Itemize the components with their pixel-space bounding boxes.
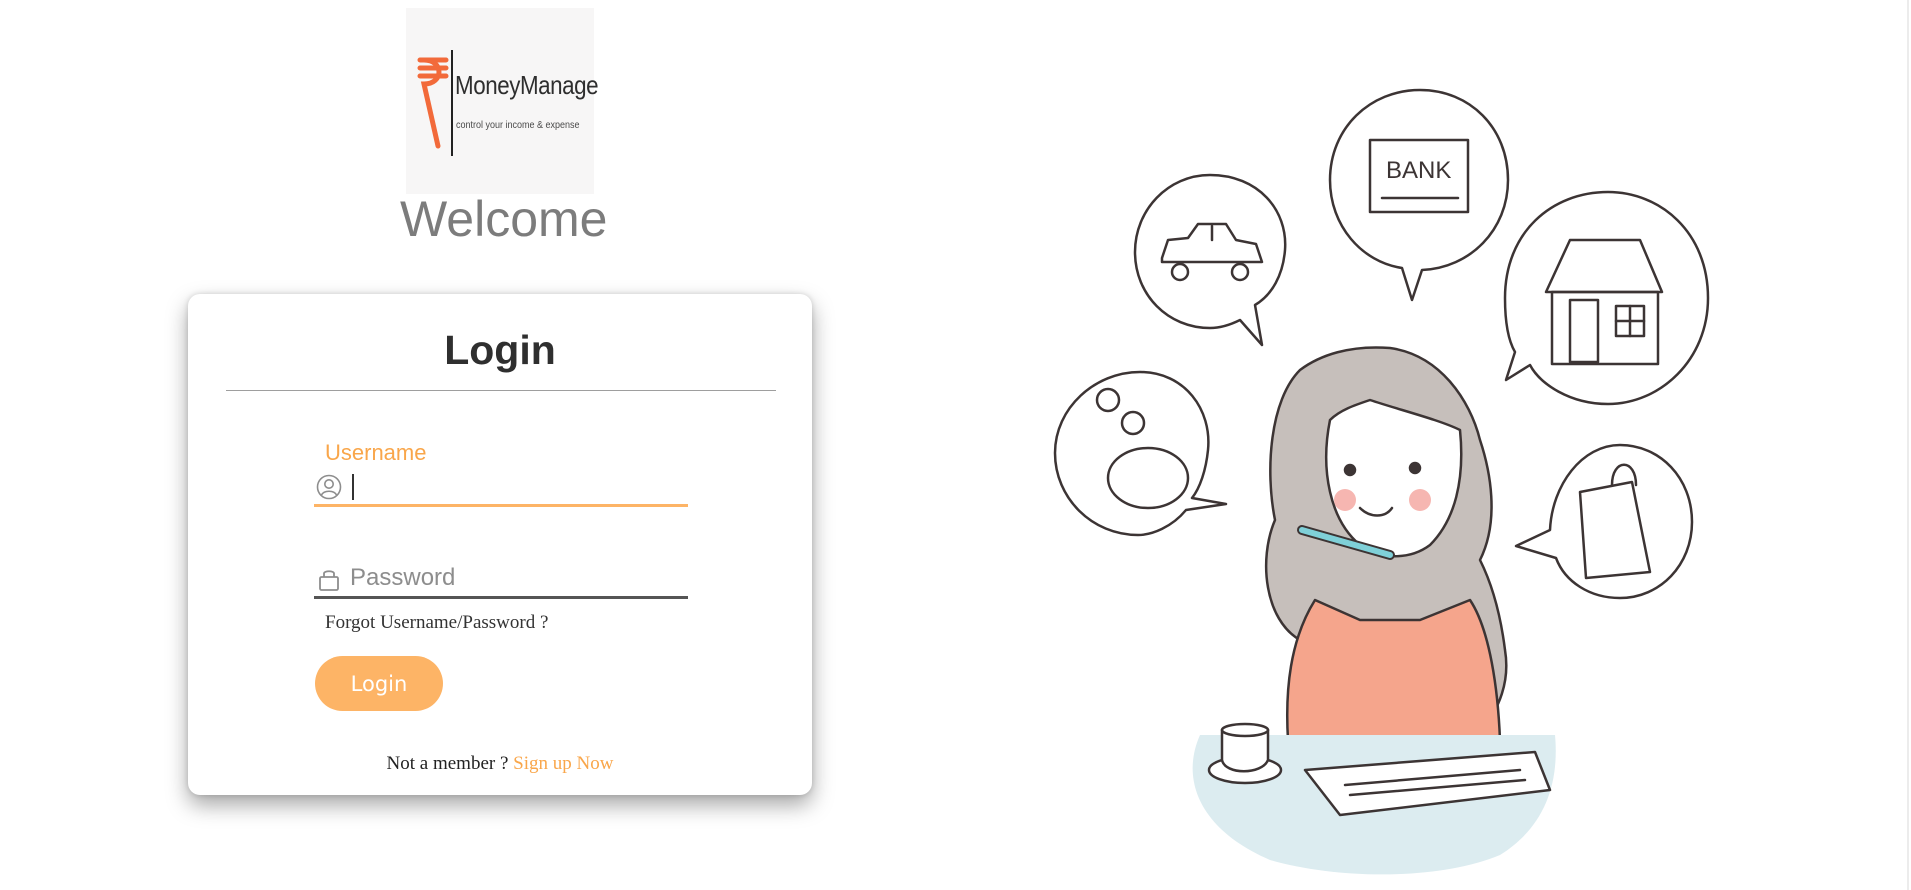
piggy-bank-icon	[1095, 387, 1190, 510]
signup-prompt-text: Not a member ?	[386, 753, 509, 774]
welcome-heading: Welcome	[400, 191, 608, 247]
signup-prompt: Not a member ? Sign up Now	[188, 753, 812, 775]
lock-icon	[319, 570, 339, 591]
user-circle-icon	[316, 474, 342, 500]
username-label: Username	[325, 440, 427, 465]
car-bubble	[1133, 173, 1287, 347]
password-input[interactable]	[350, 562, 680, 594]
username-input[interactable]	[350, 470, 680, 502]
house-icon	[1544, 238, 1664, 366]
login-title: Login	[444, 327, 556, 373]
login-card: Login Username Forgot Username/Password …	[188, 294, 812, 795]
finance-illustration: BANK	[1053, 88, 1710, 875]
bank-bubble	[1328, 88, 1510, 302]
rupee-logo-icon	[417, 50, 453, 156]
piggy-bubble	[1053, 370, 1228, 537]
username-field[interactable]	[314, 468, 688, 507]
window-edge	[1907, 0, 1911, 890]
brand-logo: MoneyManage control your income & expens…	[406, 8, 599, 194]
brand-name: MoneyManage	[455, 70, 599, 100]
brand-tagline: control your income & expense	[456, 120, 580, 131]
password-field[interactable]	[314, 560, 688, 599]
car-icon	[1160, 222, 1264, 282]
login-button[interactable]: Login	[315, 656, 443, 711]
woman-figure	[1264, 346, 1508, 742]
title-divider	[226, 390, 776, 391]
signup-link[interactable]: Sign up Now	[513, 753, 613, 774]
shopping-bag-icon	[1578, 463, 1652, 580]
text-caret	[352, 474, 354, 500]
bank-sign-text: BANK	[1386, 157, 1451, 184]
bag-bubble	[1514, 443, 1694, 600]
forgot-credentials-link[interactable]: Forgot Username/Password ?	[325, 612, 548, 634]
house-bubble	[1503, 190, 1710, 406]
